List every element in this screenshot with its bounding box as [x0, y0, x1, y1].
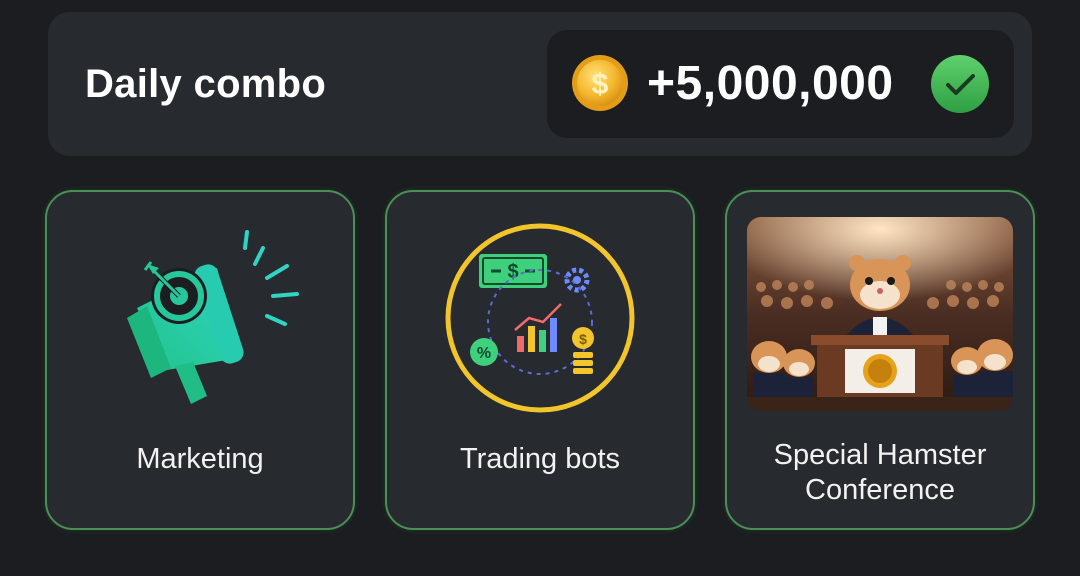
trading-bots-icon: $ % $ [445, 223, 635, 413]
reward-pill: $ +5,000,000 [547, 30, 1014, 138]
svg-text:$: $ [592, 68, 609, 101]
card-label-trading-bots: Trading bots [459, 443, 621, 475]
svg-text:%: % [477, 345, 491, 362]
hamster-conference-image [747, 217, 1013, 411]
reward-amount: +5,000,000 [647, 57, 894, 110]
combo-card-special-hamster-conference[interactable]: Special Hamster Conference [725, 190, 1035, 530]
megaphone-target-icon [127, 230, 299, 404]
daily-combo-title: Daily combo [85, 62, 327, 106]
checkmark-icon [931, 55, 989, 113]
card-label-line-1: Special Hamster [773, 439, 987, 471]
svg-text:$: $ [507, 261, 518, 283]
combo-card-trading-bots[interactable]: $ % $ Trading bots [385, 190, 695, 530]
coin-icon: $ [572, 55, 628, 111]
card-label-marketing: Marketing [136, 443, 264, 475]
card-label-line-2: Conference [805, 474, 955, 506]
svg-text:$: $ [579, 331, 587, 347]
card-label-special-hamster-conference: Special Hamster Conference [727, 438, 1033, 508]
combo-card-marketing[interactable]: Marketing [45, 190, 355, 530]
daily-combo-header: Daily combo $ +5,000,000 [48, 12, 1032, 156]
